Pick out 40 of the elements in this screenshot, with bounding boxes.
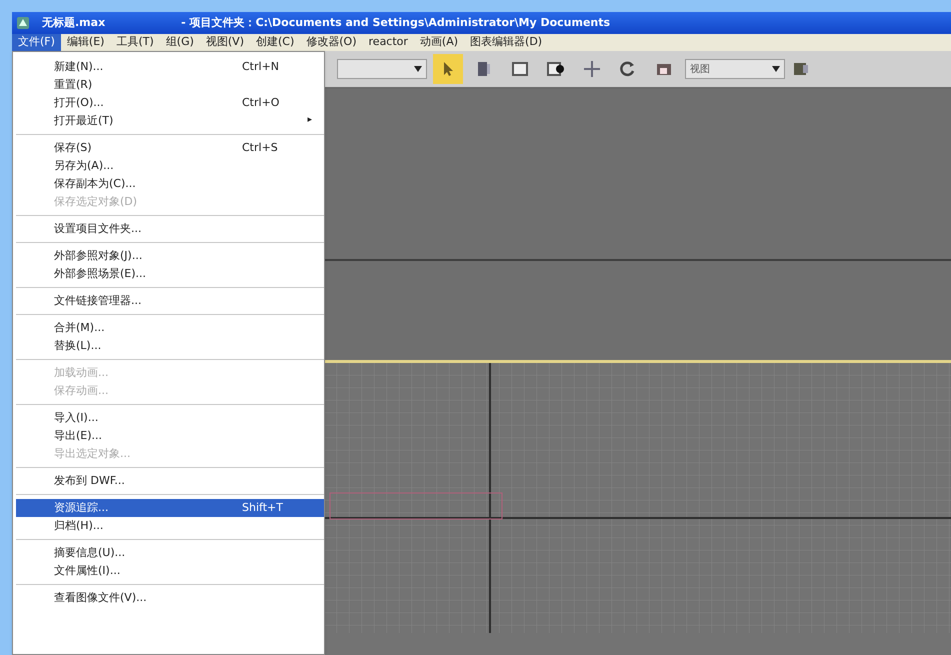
menu-item[interactable]: 打开(O)... Ctrl+O — [16, 94, 324, 112]
menu-item[interactable]: 外部参照对象(J)... — [16, 247, 324, 265]
menu-item[interactable]: 保存副本为(C)... — [16, 175, 324, 193]
menu-bar-item[interactable]: 编辑(E) — [60, 34, 110, 51]
menu-bar-item[interactable]: 组(G) — [160, 34, 200, 51]
menu-item[interactable]: 外部参照场景(E)... — [16, 265, 324, 283]
menu-item[interactable]: 合并(M)... — [16, 319, 324, 337]
menu-bar-item[interactable]: reactor — [362, 34, 414, 51]
coordinate-dropdown[interactable]: 视图 — [685, 59, 785, 79]
menu-item[interactable]: 摘要信息(U)... — [16, 544, 324, 562]
menu-item[interactable]: 新建(N)... Ctrl+N — [16, 58, 324, 76]
menu-item[interactable]: 重置(R) — [16, 76, 324, 94]
menu-bar-item[interactable]: 图表编辑器(D) — [464, 34, 548, 51]
app-icon — [16, 16, 30, 30]
menu-item[interactable]: 查看图像文件(V)... — [16, 589, 324, 607]
window-title: 无标题.max — [42, 14, 106, 31]
menu-item[interactable]: 设置项目文件夹... — [16, 220, 324, 238]
menu-bar-item[interactable]: 文件(F) — [12, 34, 61, 51]
menu-bar-item[interactable]: 创建(C) — [250, 34, 300, 51]
menu-item[interactable]: 替换(L)... — [16, 337, 324, 355]
move-icon — [582, 59, 602, 79]
menu-item[interactable]: 文件链接管理器... — [16, 292, 324, 310]
menu-bar-item[interactable]: 动画(A) — [414, 34, 464, 51]
menu-item[interactable]: 资源追踪... Shift+T — [16, 499, 324, 517]
menu-item[interactable]: 保存(S) Ctrl+S — [16, 139, 324, 157]
menu-item[interactable]: 导出(E)... — [16, 427, 324, 445]
menu-item[interactable]: 打开最近(T) ▸ — [16, 112, 324, 130]
menu-bar-item[interactable]: 视图(V) — [200, 34, 250, 51]
menu-item[interactable]: 发布到 DWF... — [16, 472, 324, 490]
rectangle-icon — [510, 59, 530, 79]
menu-item[interactable]: 文件属性(I)... — [16, 562, 324, 580]
dropdown-arrow-icon — [772, 66, 780, 72]
menu-item[interactable]: 归档(H)... — [16, 517, 324, 535]
menu-bar-item[interactable]: 工具(T) — [110, 34, 160, 51]
dropdown-arrow-icon — [414, 66, 422, 72]
window-crossing-icon — [546, 59, 566, 79]
menu-bar-item[interactable]: 修改器(O) — [300, 34, 363, 51]
menu-item[interactable]: 另存为(A)... — [16, 157, 324, 175]
menu-item[interactable]: 导入(I)... — [16, 409, 324, 427]
project-path: - 项目文件夹：C:\Documents and Settings\Administrator\My Documents — [180, 14, 610, 31]
